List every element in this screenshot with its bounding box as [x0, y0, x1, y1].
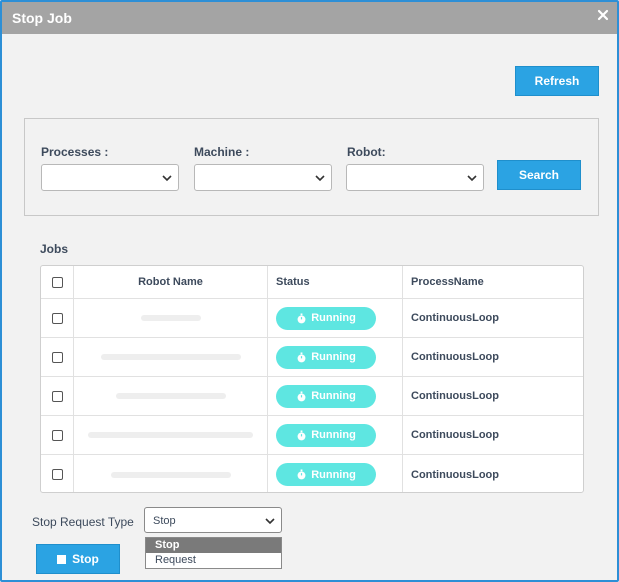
- status-badge: Running: [276, 463, 376, 486]
- redacted-text: [115, 393, 226, 399]
- table-row[interactable]: Running ContinuousLoop: [41, 377, 583, 416]
- status-cell: Running: [268, 455, 403, 492]
- jobs-section-title: Jobs: [40, 242, 69, 256]
- process-name: ContinuousLoop: [411, 351, 499, 363]
- table-row[interactable]: Running ContinuousLoop: [41, 299, 583, 338]
- status-badge: Running: [276, 345, 376, 369]
- dialog-titlebar: Stop Job: [2, 2, 617, 34]
- robot-name-cell: [74, 299, 268, 337]
- row-checkbox-cell: [41, 299, 74, 337]
- process-name-cell: ContinuousLoop: [403, 338, 583, 376]
- search-button[interactable]: Search: [497, 160, 581, 190]
- chevron-down-icon: [162, 175, 172, 182]
- stop-request-type-label: Stop Request Type: [32, 515, 134, 529]
- status-badge: Running: [276, 384, 376, 408]
- stopwatch-icon: [297, 312, 306, 323]
- robot-name-cell: [74, 338, 268, 376]
- chevron-down-icon: [315, 175, 325, 182]
- status-text: Running: [311, 351, 356, 363]
- machine-select[interactable]: [194, 164, 332, 191]
- table-row[interactable]: Running ContinuousLoop: [41, 416, 583, 455]
- row-checkbox[interactable]: [51, 390, 63, 402]
- stop-request-type-select[interactable]: Stop: [144, 507, 282, 533]
- status-cell: Running: [268, 299, 403, 337]
- row-checkbox-cell: [41, 416, 74, 454]
- close-icon[interactable]: [595, 7, 611, 23]
- table-header: Robot Name Status ProcessName: [41, 266, 583, 299]
- redacted-text: [110, 471, 231, 478]
- robot-label: Robot:: [347, 145, 386, 159]
- stop-square-icon: [57, 554, 67, 564]
- status-cell: Running: [268, 416, 403, 454]
- column-header-status[interactable]: Status: [268, 266, 403, 298]
- status-text: Running: [311, 468, 356, 481]
- process-name-cell: ContinuousLoop: [403, 377, 583, 415]
- column-header-robot-name[interactable]: Robot Name: [74, 266, 268, 298]
- process-name-cell: ContinuousLoop: [403, 416, 583, 454]
- row-checkbox-cell: [41, 377, 74, 415]
- row-checkbox[interactable]: [51, 312, 63, 324]
- robot-select[interactable]: [346, 164, 484, 191]
- jobs-table: Robot Name Status ProcessName Running Co…: [40, 265, 584, 493]
- robot-name-cell: [74, 377, 268, 415]
- refresh-button[interactable]: Refresh: [515, 66, 599, 96]
- processes-label: Processes :: [41, 145, 109, 159]
- header-checkbox-cell: [41, 266, 74, 298]
- status-text: Running: [311, 429, 356, 441]
- process-name: ContinuousLoop: [411, 429, 499, 441]
- dialog-title: Stop Job: [12, 10, 72, 26]
- dropdown-option-stop[interactable]: Stop: [146, 538, 281, 553]
- stop-button-label: Stop: [72, 552, 99, 566]
- redacted-text: [88, 432, 253, 438]
- stopwatch-icon: [297, 390, 306, 401]
- chevron-down-icon: [265, 518, 275, 525]
- robot-name-cell: [74, 455, 268, 492]
- process-name: ContinuousLoop: [411, 312, 499, 324]
- row-checkbox[interactable]: [51, 429, 63, 441]
- table-row[interactable]: Running ContinuousLoop: [41, 338, 583, 377]
- stopwatch-icon: [297, 469, 306, 480]
- stopwatch-icon: [297, 429, 306, 440]
- status-cell: Running: [268, 377, 403, 415]
- row-checkbox[interactable]: [51, 351, 63, 363]
- redacted-text: [140, 315, 201, 321]
- row-checkbox-cell: [41, 455, 74, 492]
- column-header-process-name[interactable]: ProcessName: [403, 266, 583, 298]
- status-text: Running: [311, 312, 356, 324]
- status-badge: Running: [276, 423, 376, 447]
- stop-button[interactable]: Stop: [36, 544, 120, 574]
- redacted-text: [100, 354, 241, 360]
- chevron-down-icon: [467, 175, 477, 182]
- processes-select[interactable]: [41, 164, 179, 191]
- table-row[interactable]: Running ContinuousLoop: [41, 455, 583, 492]
- robot-name-cell: [74, 416, 268, 454]
- process-name: ContinuousLoop: [411, 468, 499, 481]
- dropdown-option-request[interactable]: Request: [146, 553, 281, 568]
- status-cell: Running: [268, 338, 403, 376]
- stop-request-type-dropdown: Stop Request: [145, 537, 282, 569]
- row-checkbox-cell: [41, 338, 74, 376]
- process-name-cell: ContinuousLoop: [403, 455, 583, 492]
- process-name: ContinuousLoop: [411, 390, 499, 402]
- select-all-checkbox[interactable]: [51, 276, 63, 288]
- stop-request-type-value: Stop: [153, 515, 176, 527]
- stopwatch-icon: [297, 351, 306, 362]
- process-name-cell: ContinuousLoop: [403, 299, 583, 337]
- row-checkbox[interactable]: [51, 469, 63, 480]
- machine-label: Machine :: [194, 145, 250, 159]
- stop-job-dialog: Stop Job Refresh Processes : Machine : R…: [0, 0, 619, 582]
- status-text: Running: [311, 390, 356, 402]
- status-badge: Running: [276, 306, 376, 330]
